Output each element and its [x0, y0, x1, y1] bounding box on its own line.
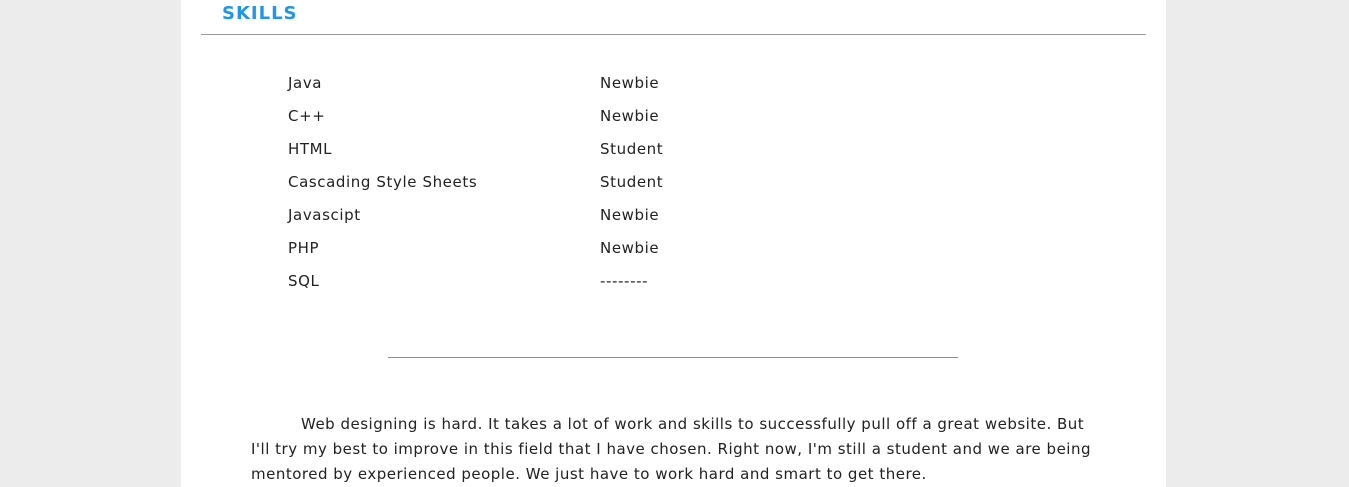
- skill-level: Student: [600, 173, 664, 191]
- skill-level: Student: [600, 140, 664, 158]
- skill-name: PHP: [288, 239, 320, 257]
- table-row: SQL --------: [288, 265, 663, 298]
- page-content: SKILLS Java Newbie C++ Newbie HTML Stude…: [181, 0, 1166, 487]
- skill-name: HTML: [288, 140, 333, 158]
- table-row: Java Newbie: [288, 67, 663, 100]
- skill-name: C++: [288, 107, 326, 125]
- skill-level: Newbie: [600, 107, 660, 125]
- skills-heading: SKILLS: [222, 3, 298, 24]
- table-row: C++ Newbie: [288, 100, 663, 133]
- heading-divider: [201, 34, 1146, 35]
- skill-level: Newbie: [600, 239, 660, 257]
- skills-table: Java Newbie C++ Newbie HTML Student Casc…: [288, 67, 663, 298]
- table-row: Cascading Style Sheets Student: [288, 166, 663, 199]
- skill-level: Newbie: [600, 74, 660, 92]
- skill-name: Javascipt: [288, 206, 361, 224]
- skill-name: SQL: [288, 272, 320, 290]
- skill-name: Java: [288, 74, 323, 92]
- table-row: HTML Student: [288, 133, 663, 166]
- table-row: PHP Newbie: [288, 232, 663, 265]
- section-divider: [388, 357, 958, 358]
- skill-name: Cascading Style Sheets: [288, 173, 478, 191]
- table-row: Javascipt Newbie: [288, 199, 663, 232]
- skill-level: Newbie: [600, 206, 660, 224]
- about-paragraph: Web designing is hard. It takes a lot of…: [251, 415, 1092, 483]
- skill-level: --------: [600, 272, 649, 290]
